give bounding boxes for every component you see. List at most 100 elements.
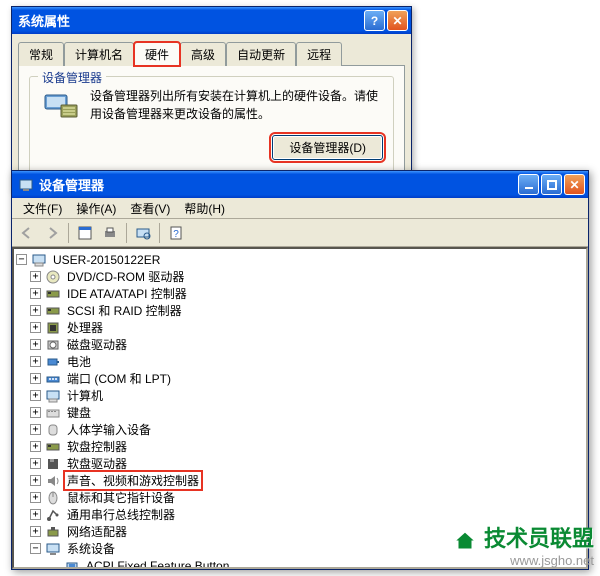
- floppy-icon: [45, 456, 61, 472]
- menu-view[interactable]: 查看(V): [123, 198, 177, 219]
- expand-toggle[interactable]: +: [30, 492, 41, 503]
- close-button[interactable]: ✕: [387, 10, 408, 31]
- device-manager-icon: [40, 87, 80, 125]
- device-manager-button[interactable]: 设备管理器(D): [272, 135, 383, 160]
- usb-icon: [45, 507, 61, 523]
- expand-toggle[interactable]: +: [30, 458, 41, 469]
- close-button[interactable]: ✕: [564, 174, 585, 195]
- tab-strip: 常规 计算机名 硬件 高级 自动更新 远程: [18, 42, 405, 66]
- node-label[interactable]: 软盘驱动器: [65, 455, 129, 472]
- network-icon: [45, 524, 61, 540]
- tree-node: + IDE ATA/ATAPI 控制器: [16, 285, 584, 302]
- minimize-button[interactable]: [518, 174, 539, 195]
- menu-file[interactable]: 文件(F): [16, 198, 69, 219]
- back-icon[interactable]: [16, 222, 38, 244]
- node-label[interactable]: 软盘控制器: [65, 438, 129, 455]
- tree-node: + 软盘控制器: [16, 438, 584, 455]
- expand-toggle[interactable]: +: [30, 475, 41, 486]
- expand-toggle[interactable]: +: [30, 373, 41, 384]
- collapse-toggle[interactable]: −: [16, 254, 27, 265]
- help-button[interactable]: ?: [364, 10, 385, 31]
- node-label[interactable]: 端口 (COM 和 LPT): [65, 370, 173, 387]
- separator: [159, 223, 160, 243]
- node-label[interactable]: 磁盘驱动器: [65, 336, 129, 353]
- tab-panel-hardware: 设备管理器 设备管理器列出所有安装在计算机上的硬件设备。请使用设备管理器来更改设…: [18, 65, 405, 184]
- node-label[interactable]: 处理器: [65, 319, 105, 336]
- node-label[interactable]: 计算机: [65, 387, 105, 404]
- tree-node: + 声音、视频和游戏控制器: [16, 472, 584, 489]
- expand-toggle[interactable]: +: [30, 441, 41, 452]
- node-label[interactable]: 通用串行总线控制器: [65, 506, 177, 523]
- disk-icon: [45, 337, 61, 353]
- title-text: 系统属性: [18, 11, 362, 30]
- tab-hardware[interactable]: 硬件: [134, 42, 180, 66]
- tab-auto-update[interactable]: 自动更新: [226, 42, 296, 66]
- tab-remote[interactable]: 远程: [296, 42, 342, 66]
- tree-node: + DVD/CD-ROM 驱动器: [16, 268, 584, 285]
- hid-icon: [45, 422, 61, 438]
- device-tree[interactable]: − USER-20150122ER + DVD/CD-ROM 驱动器 + IDE AT…: [12, 247, 588, 569]
- tab-general[interactable]: 常规: [18, 42, 64, 66]
- root-label[interactable]: USER-20150122ER: [51, 253, 162, 267]
- node-label[interactable]: 鼠标和其它指针设备: [65, 489, 177, 506]
- help-icon[interactable]: ?: [165, 222, 187, 244]
- battery-icon: [45, 354, 61, 370]
- title-text: 设备管理器: [39, 175, 104, 194]
- tree-node: + 人体学输入设备: [16, 421, 584, 438]
- svg-text:?: ?: [173, 229, 179, 240]
- expand-toggle[interactable]: +: [30, 526, 41, 537]
- tree-node: + SCSI 和 RAID 控制器: [16, 302, 584, 319]
- node-label[interactable]: IDE ATA/ATAPI 控制器: [65, 285, 189, 302]
- tree-node: + 鼠标和其它指针设备: [16, 489, 584, 506]
- node-label[interactable]: ACPI Fixed Feature Button: [84, 559, 231, 570]
- expand-toggle[interactable]: +: [30, 288, 41, 299]
- tree-node: + 软盘驱动器: [16, 455, 584, 472]
- node-label[interactable]: DVD/CD-ROM 驱动器: [65, 268, 186, 285]
- system-properties-dialog: 系统属性 ? ✕ 常规 计算机名 硬件 高级 自动更新 远程 设备管理器: [11, 6, 412, 191]
- group-title: 设备管理器: [38, 69, 106, 86]
- expand-toggle[interactable]: +: [30, 356, 41, 367]
- cpu-icon: [45, 320, 61, 336]
- toolbar: ?: [12, 219, 588, 247]
- controller-icon: [45, 439, 61, 455]
- properties-icon[interactable]: [74, 222, 96, 244]
- expand-toggle[interactable]: −: [30, 543, 41, 554]
- tree-node: + 计算机: [16, 387, 584, 404]
- node-label[interactable]: SCSI 和 RAID 控制器: [65, 302, 184, 319]
- menu-help[interactable]: 帮助(H): [177, 198, 232, 219]
- controller-icon: [45, 286, 61, 302]
- titlebar[interactable]: 设备管理器 ✕: [12, 171, 588, 198]
- tree-node: + 处理器: [16, 319, 584, 336]
- expand-toggle[interactable]: +: [30, 322, 41, 333]
- node-label[interactable]: 人体学输入设备: [65, 421, 153, 438]
- node-label[interactable]: 键盘: [65, 404, 93, 421]
- titlebar[interactable]: 系统属性 ? ✕: [12, 7, 411, 34]
- mouse-icon: [45, 490, 61, 506]
- maximize-button[interactable]: [541, 174, 562, 195]
- app-icon: [18, 177, 34, 193]
- port-icon: [45, 371, 61, 387]
- tab-advanced[interactable]: 高级: [180, 42, 226, 66]
- expand-toggle[interactable]: +: [30, 424, 41, 435]
- node-label[interactable]: 声音、视频和游戏控制器: [65, 472, 201, 489]
- tab-computer-name[interactable]: 计算机名: [64, 42, 134, 66]
- expand-toggle[interactable]: +: [30, 390, 41, 401]
- node-label[interactable]: 网络适配器: [65, 523, 129, 540]
- menu-action[interactable]: 操作(A): [69, 198, 123, 219]
- expand-toggle[interactable]: +: [30, 509, 41, 520]
- menu-bar: 文件(F) 操作(A) 查看(V) 帮助(H): [12, 198, 588, 219]
- node-label[interactable]: 电池: [65, 353, 93, 370]
- expand-toggle[interactable]: +: [30, 271, 41, 282]
- forward-icon[interactable]: [41, 222, 63, 244]
- scan-icon[interactable]: [132, 222, 154, 244]
- separator: [126, 223, 127, 243]
- expand-toggle[interactable]: +: [30, 339, 41, 350]
- dialog-body: 常规 计算机名 硬件 高级 自动更新 远程 设备管理器: [12, 34, 411, 190]
- group-description: 设备管理器列出所有安装在计算机上的硬件设备。请使用设备管理器来更改设备的属性。: [90, 87, 383, 123]
- computer-icon: [45, 388, 61, 404]
- chip-icon: [64, 558, 80, 570]
- expand-toggle[interactable]: +: [30, 407, 41, 418]
- print-icon[interactable]: [99, 222, 121, 244]
- expand-toggle[interactable]: +: [30, 305, 41, 316]
- node-label[interactable]: 系统设备: [65, 540, 117, 557]
